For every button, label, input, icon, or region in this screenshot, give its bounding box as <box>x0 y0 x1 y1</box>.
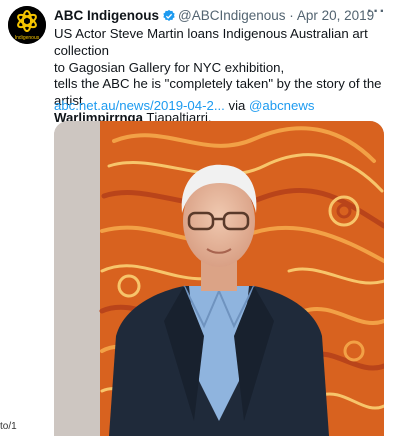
link-row: abc.net.au/news/2019-04-2... via @abcnew… <box>54 97 314 114</box>
tweet-header: ABC Indigenous @ABCIndigenous · Apr 20, 2… <box>54 7 394 28</box>
separator: · <box>289 8 294 23</box>
abc-logo-icon: Indigenous <box>8 6 46 44</box>
tweet-date[interactable]: Apr 20, 2019 <box>297 8 374 23</box>
tweet-photo[interactable] <box>54 121 384 436</box>
handle[interactable]: @ABCIndigenous <box>178 8 286 23</box>
via-handle-link[interactable]: @abcnews <box>249 98 314 113</box>
avatar-label: Indigenous <box>15 35 40 41</box>
tweet-line-2: to Gagosian Gallery for NYC exhibition, <box>54 59 285 75</box>
display-name[interactable]: ABC Indigenous <box>54 8 159 23</box>
photo-image <box>54 121 384 436</box>
avatar[interactable]: Indigenous <box>8 6 46 44</box>
via-text: via <box>224 98 250 113</box>
more-options-icon[interactable]: ··· <box>367 3 386 21</box>
article-link[interactable]: abc.net.au/news/2019-04-2... <box>54 98 225 113</box>
cropped-edge-text: to/1 <box>0 421 17 432</box>
tweet-line-1: US Actor Steve Martin loans Indigenous A… <box>54 26 368 58</box>
